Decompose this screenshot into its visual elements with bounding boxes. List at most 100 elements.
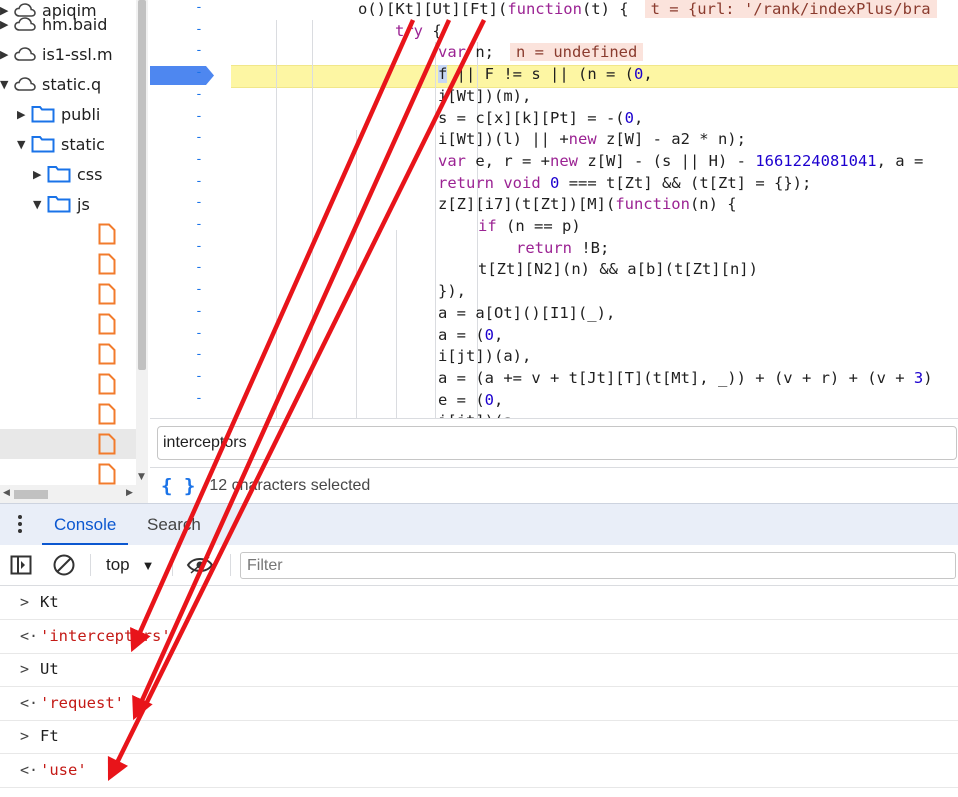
line-gutter-marker[interactable]: -	[195, 282, 215, 297]
search-bar	[150, 418, 958, 467]
selection-status: 12 characters selected	[209, 477, 371, 494]
tree-file-item[interactable]	[0, 279, 136, 309]
code-line[interactable]: var e, r = +new z[W] - (s || H) - 166122…	[438, 151, 923, 172]
code-line[interactable]: return void 0 === t[Zt] && (t[Zt] = {});	[438, 173, 811, 194]
code-line[interactable]: var n; n = undefined	[438, 42, 644, 63]
line-gutter-marker[interactable]: -	[195, 304, 215, 319]
console-input-row[interactable]: > Kt	[0, 586, 958, 620]
line-gutter-marker[interactable]: -	[195, 260, 215, 275]
tree-cloud-item[interactable]: ▶ hm.baid	[0, 9, 136, 39]
chevron-right-icon: >	[20, 593, 30, 611]
line-gutter-marker[interactable]: -	[195, 391, 215, 406]
code-line[interactable]: e = (0,	[438, 390, 503, 411]
line-gutter-marker[interactable]: -	[195, 0, 215, 15]
file-icon	[98, 223, 116, 245]
console-result-value: 'interceptors'	[40, 626, 171, 645]
file-icon	[98, 463, 116, 485]
console-result-row[interactable]: <·'interceptors'	[0, 620, 958, 654]
line-gutter-marker[interactable]: -	[195, 174, 215, 189]
line-gutter-marker[interactable]: -	[195, 195, 215, 210]
tree-cloud-item[interactable]: ▼ static.q	[0, 69, 136, 99]
tree-item-label: is1-ssl.m	[42, 44, 113, 64]
tree-folder-item[interactable]: ▶ css	[0, 159, 136, 189]
console-input-text: Ut	[40, 660, 59, 679]
code-line[interactable]: if (n == p)	[478, 216, 581, 237]
code-line[interactable]: a = a[Ot]()[I1](_),	[438, 303, 615, 324]
line-gutter-marker[interactable]: -	[195, 347, 215, 362]
context-selector-label: top	[106, 555, 130, 574]
context-selector[interactable]: top ▼	[106, 545, 155, 585]
line-gutter-marker[interactable]: -	[195, 22, 215, 37]
code-line[interactable]: f || F != s || (n = (0,	[438, 64, 653, 85]
code-line[interactable]: return !B;	[516, 238, 609, 259]
line-gutter-marker[interactable]: -	[195, 326, 215, 341]
code-line[interactable]: i[jt])(a,	[438, 411, 522, 418]
console-result-row[interactable]: <·'use'	[0, 754, 958, 788]
tree-file-item[interactable]	[0, 339, 136, 369]
console-result-row[interactable]: <·'request'	[0, 687, 958, 721]
return-arrow-icon: <·	[20, 761, 39, 779]
line-gutter-marker[interactable]: -	[195, 239, 215, 254]
return-arrow-icon: <·	[20, 693, 39, 712]
console-log: > Kt <·'interceptors' > Ut <·'request' > Ft <·'u…	[0, 586, 958, 797]
code-line[interactable]: }),	[438, 281, 466, 302]
tree-folder-item[interactable]: ▼ js	[0, 189, 136, 219]
eye-icon[interactable]	[186, 545, 214, 585]
line-gutter-marker[interactable]: -	[195, 109, 215, 124]
tab-console[interactable]: Console	[41, 504, 129, 545]
tree-vertical-scrollbar[interactable]: ▼	[136, 0, 148, 485]
file-tree: ▶ apiqim ▶ hm.baid ▶ is1-ssl.m ▼ static.q ▶ publi…	[0, 0, 148, 503]
chevron-right-icon: >	[20, 660, 30, 679]
sidebar-toggle-icon[interactable]	[10, 545, 32, 585]
tree-item-label: publi	[61, 104, 101, 124]
console-input-row[interactable]: > Ut	[0, 653, 958, 688]
line-gutter-marker[interactable]: -	[195, 152, 215, 167]
code-line[interactable]: i[jt])(a),	[438, 346, 531, 367]
tree-cloud-item[interactable]: ▶ is1-ssl.m	[0, 39, 136, 69]
search-input[interactable]	[157, 426, 957, 460]
more-options-icon[interactable]	[18, 515, 22, 536]
line-gutter-marker[interactable]: -	[195, 130, 215, 145]
pretty-print-icon[interactable]: { }	[161, 475, 195, 497]
file-icon	[98, 283, 116, 305]
code-line[interactable]: a = (a += v + t[Jt][T](t[Mt], _)) + (v +…	[438, 368, 933, 389]
code-line[interactable]: i[Wt])(l) || +new z[W] - a2 * n);	[438, 129, 746, 150]
code-editor[interactable]: - - - - - - - - - - - - - - - - - - - o()[Kt][Ut][Ft](funct…	[150, 0, 958, 418]
code-line[interactable]: s = c[x][k][Pt] = -(0,	[438, 108, 643, 129]
tree-file-item[interactable]	[0, 399, 136, 429]
tree-file-item[interactable]	[0, 309, 136, 339]
tree-file-item[interactable]	[0, 429, 136, 459]
code-line[interactable]: o()[Kt][Ut][Ft](function(t) {t = {url: '…	[358, 0, 937, 20]
editor-status-bar: { } 12 characters selected	[150, 467, 958, 504]
code-line[interactable]: z[Z][i7](t[Zt])[M](function(n) {	[438, 194, 737, 215]
clear-console-icon[interactable]	[52, 545, 76, 585]
line-gutter-marker[interactable]: -	[195, 217, 215, 232]
caret-right-icon[interactable]: ▶	[0, 48, 14, 61]
caret-down-icon[interactable]: ▼	[33, 198, 47, 211]
tree-folder-item[interactable]: ▼ static	[0, 129, 136, 159]
caret-right-icon[interactable]: ▶	[0, 18, 14, 31]
code-line[interactable]: i[Wt])(m),	[438, 86, 531, 107]
tree-file-item[interactable]	[0, 249, 136, 279]
code-line[interactable]: t[Zt][N2](n) && a[b](t[Zt][n])	[478, 259, 758, 280]
line-gutter-marker[interactable]: -	[195, 369, 215, 384]
caret-right-icon[interactable]: ▶	[17, 108, 31, 121]
file-icon	[98, 313, 116, 335]
line-gutter-marker[interactable]: -	[195, 43, 215, 58]
caret-down-icon[interactable]: ▼	[17, 138, 31, 151]
caret-down-icon[interactable]: ▼	[0, 78, 14, 91]
filter-input[interactable]	[240, 552, 956, 579]
tree-file-item[interactable]	[0, 219, 136, 249]
tree-folder-item[interactable]: ▶ publi	[0, 99, 136, 129]
tree-file-item[interactable]	[0, 369, 136, 399]
tree-horizontal-scrollbar[interactable]: ◀ ▶	[0, 485, 148, 503]
tab-search[interactable]: Search	[147, 504, 201, 545]
console-toolbar: top ▼	[0, 545, 958, 586]
code-line[interactable]: a = (0,	[438, 325, 503, 346]
code-line[interactable]: try {	[395, 21, 442, 42]
console-input-row[interactable]: > Ft	[0, 720, 958, 755]
tree-item-label: static	[61, 134, 105, 154]
line-gutter-marker[interactable]: -	[195, 65, 215, 80]
line-gutter-marker[interactable]: -	[195, 87, 215, 102]
caret-right-icon[interactable]: ▶	[33, 168, 47, 181]
